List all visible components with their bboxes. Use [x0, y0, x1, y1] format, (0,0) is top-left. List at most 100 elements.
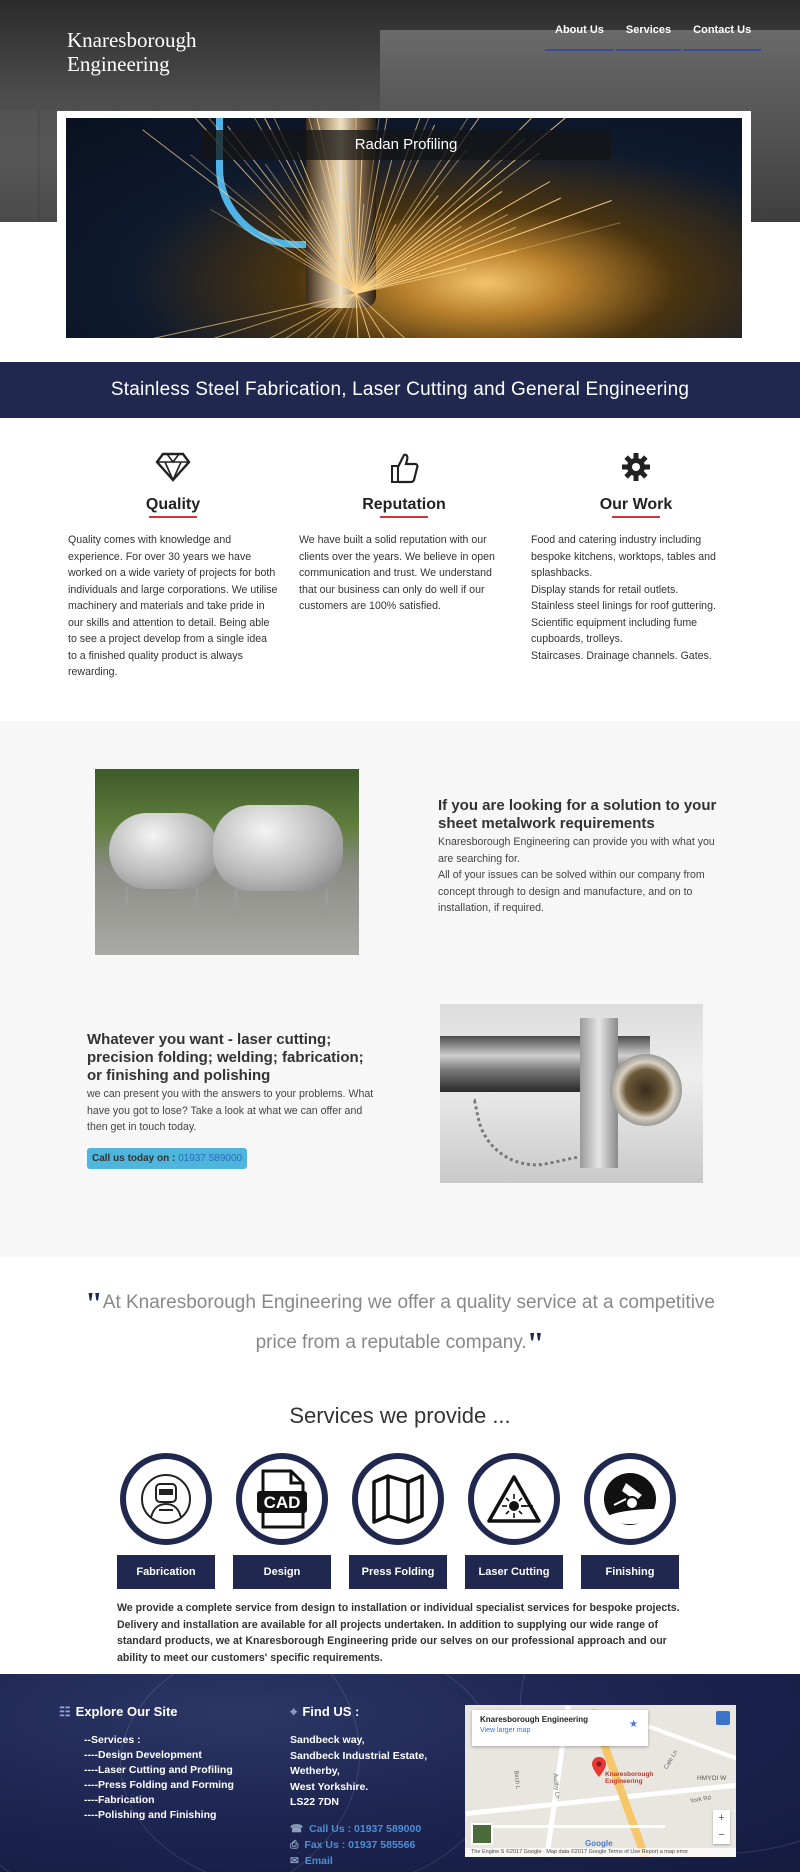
call-us-button[interactable]: Call us today on : 01937 589000 [87, 1148, 248, 1169]
feature-title: Quality [145, 496, 201, 513]
explore-link[interactable]: --Services : [84, 1733, 234, 1748]
service-label: Finishing [581, 1555, 679, 1589]
map-street-label: York Rd [689, 1795, 712, 1805]
tagline-text: Stainless Steel Fabrication, Laser Cutti… [110, 379, 690, 400]
title-underline [612, 516, 660, 518]
email-text: Email [304, 1855, 333, 1867]
feature-our-work: Our Work Food and catering industry incl… [531, 452, 741, 664]
fax-text: Fax Us : 01937 585566 [304, 1839, 416, 1851]
address-line: Sandbeck Industrial Estate, [290, 1749, 428, 1762]
tank [213, 805, 343, 891]
map-info-card: Knaresborough Engineering View larger ma… [472, 1710, 648, 1746]
satellite-toggle[interactable] [471, 1823, 493, 1845]
explore-link[interactable]: ----Fabrication [84, 1793, 234, 1808]
tank-leg [325, 889, 328, 919]
brand-line-1: Knaresborough [67, 28, 197, 52]
gear-icon [531, 452, 741, 486]
map-zoom-control: + − [713, 1810, 730, 1844]
feature-paragraph: We have built a solid reputation with ou… [299, 534, 495, 612]
nav-contact-us[interactable]: Contact Us [683, 22, 762, 51]
quote-text: At Knaresborough Engineering we offer a … [102, 1292, 715, 1353]
street-view-icon[interactable] [716, 1711, 730, 1725]
nav-services[interactable]: Services [615, 22, 682, 51]
stainless-pipe-image [440, 1004, 703, 1183]
grinder-icon [584, 1453, 676, 1545]
laser-warning-icon [468, 1453, 560, 1545]
fax-link[interactable]: ⎙ Fax Us : 01937 585566 [290, 1839, 415, 1852]
map-pin-icon[interactable] [592, 1757, 606, 1777]
find-us-heading: ⌖ Find US : [290, 1704, 359, 1720]
nav-about-us[interactable]: About Us [545, 22, 614, 51]
title-underline [149, 516, 197, 518]
quote-block: "At Knaresborough Engineering we offer a… [80, 1283, 720, 1363]
section2-heading: Whatever you want - laser cutting; preci… [87, 1031, 364, 1084]
address-line: LS22 7DN [290, 1796, 340, 1808]
feature-title: Our Work [599, 496, 673, 513]
chain [472, 1080, 578, 1178]
call-number[interactable]: 01937 589000 [178, 1153, 242, 1164]
explore-links: --Services : ----Design Development ----… [84, 1733, 234, 1823]
feature-quality: Quality Quality comes with knowledge and… [68, 452, 278, 681]
section1-paragraph: Knaresborough Engineering can provide yo… [438, 836, 715, 865]
save-star-icon[interactable]: ★ [629, 1719, 638, 1730]
explore-link[interactable]: ----Laser Cutting and Profiling [84, 1763, 234, 1778]
feature-text: Food and catering industry including bes… [531, 532, 741, 664]
feature-reputation: Reputation We have built a solid reputat… [299, 452, 509, 615]
explore-link[interactable]: ----Press Folding and Forming [84, 1778, 234, 1793]
service-label: Design [233, 1555, 331, 1589]
view-larger-map-link[interactable]: View larger map [480, 1727, 640, 1734]
service-laser-cutting[interactable]: Laser Cutting [465, 1453, 563, 1589]
explore-heading: ☷ Explore Our Site [59, 1704, 178, 1720]
explore-link[interactable]: ----Polishing and Finishing [84, 1808, 234, 1823]
map-road [647, 1724, 736, 1770]
sitemap-icon: ☷ [59, 1704, 71, 1719]
map-attribution: The Engine S ©2017 Google · Map data ©20… [465, 1848, 736, 1857]
map-place-label: HMYOI W [697, 1775, 727, 1782]
embedded-map[interactable]: Birch L Audby Ln York Rd Cale Ln Knaresb… [465, 1705, 736, 1857]
stainless-tanks-image [95, 769, 359, 955]
phone-icon: ☎ [290, 1823, 304, 1835]
tagline-bar: Stainless Steel Fabrication, Laser Cutti… [0, 362, 800, 418]
service-fabrication[interactable]: Fabrication [117, 1453, 215, 1589]
call-label: Call us today on : [92, 1153, 179, 1164]
address-line: Wetherby, [290, 1765, 340, 1777]
section1-heading: If you are looking for a solution to you… [438, 797, 717, 832]
address-line: West Yorkshire. [290, 1780, 369, 1793]
feature-paragraph: Quality comes with knowledge and experie… [68, 534, 278, 678]
map-street-label: Cale Ln [663, 1749, 680, 1771]
zoom-in-button[interactable]: + [713, 1810, 730, 1827]
tank-leg [195, 887, 198, 917]
tank [109, 813, 219, 889]
tank-leg [235, 889, 238, 919]
explore-link[interactable]: ----Design Development [84, 1748, 234, 1763]
address: Sandbeck way, Sandbeck Industrial Estate… [290, 1733, 427, 1811]
svg-text:CAD: CAD [264, 1493, 301, 1512]
services-description: We provide a complete service from desig… [117, 1602, 680, 1664]
tank-leg [125, 887, 128, 917]
phone-link[interactable]: ☎ Call Us : 01937 589000 [290, 1823, 421, 1835]
main-nav: About Us Services Contact Us [545, 22, 763, 51]
site-logo[interactable]: Knaresborough Engineering [67, 28, 267, 76]
map-attribution-text[interactable]: ©2017 Google · Map data ©2017 Google Ter… [506, 1849, 688, 1855]
envelope-icon: ✉ [290, 1855, 299, 1867]
diamond-icon [68, 452, 278, 486]
feature-paragraph: Stainless steel linings for roof gutteri… [531, 600, 716, 612]
zoom-out-button[interactable]: − [713, 1827, 730, 1844]
find-us-heading-text: Find US : [302, 1704, 360, 1719]
section1-paragraph: All of your issues can be solved within … [438, 869, 705, 914]
service-label: Fabrication [117, 1555, 215, 1589]
cad-file-icon: CAD [236, 1453, 328, 1545]
service-design[interactable]: CAD Design [233, 1453, 331, 1589]
laser-cutting-image: Radan Profiling [66, 118, 742, 338]
hero-slider: Radan Profiling [57, 111, 751, 345]
map-pin-label: Knaresborough Engineering [605, 1771, 653, 1785]
service-press-folding[interactable]: Press Folding [349, 1453, 447, 1589]
service-finishing[interactable]: Finishing [581, 1453, 679, 1589]
feature-text: Quality comes with knowledge and experie… [68, 532, 278, 681]
email-link[interactable]: ✉ Email [290, 1855, 333, 1867]
feature-title: Reputation [362, 496, 446, 513]
section1-text: Knaresborough Engineering can provide yo… [438, 834, 733, 917]
service-label: Laser Cutting [465, 1555, 563, 1589]
title-underline [380, 516, 428, 518]
map-street-label: The Engine S [471, 1849, 505, 1855]
